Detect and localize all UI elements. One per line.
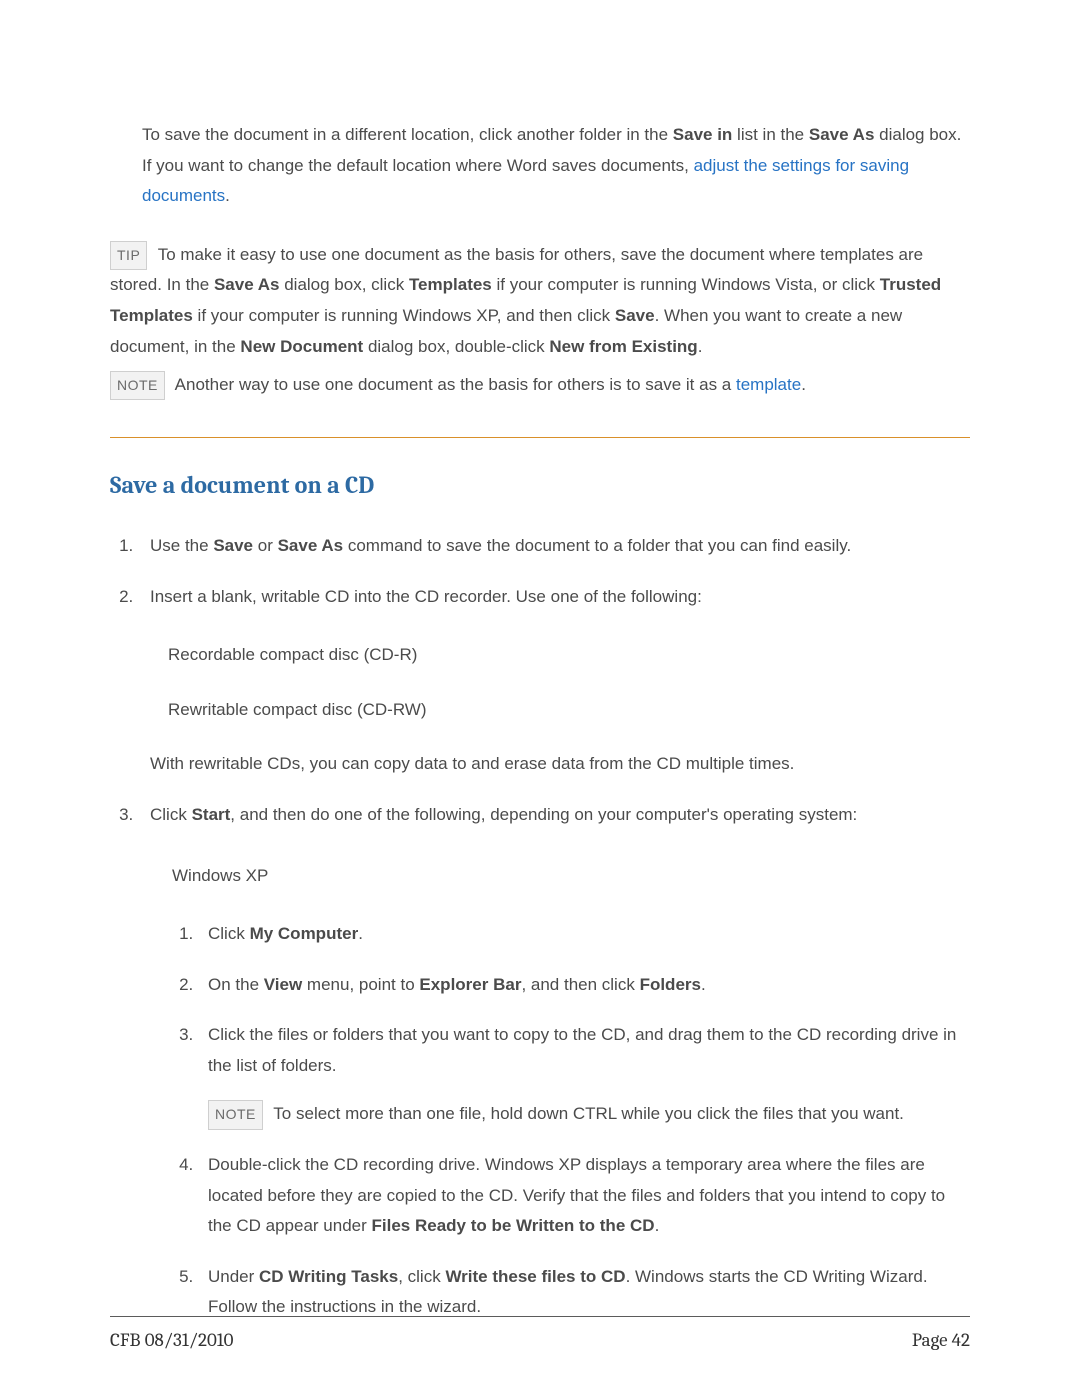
list-item: Click Start, and then do one of the foll…: [138, 800, 970, 1323]
bold-text: Save: [213, 536, 253, 555]
list-item: Click My Computer.: [198, 919, 970, 950]
text: .: [701, 975, 706, 994]
document-page: To save the document in a different loca…: [0, 0, 1080, 1397]
text: command to save the document to a folder…: [343, 536, 851, 555]
text: .: [358, 924, 363, 943]
footer-right: Page 42: [912, 1323, 970, 1357]
main-steps-list: Use the Save or Save As command to save …: [110, 531, 970, 1323]
bold-text: Start: [192, 805, 231, 824]
template-link[interactable]: template: [736, 375, 801, 394]
text: Rewritable compact disc (CD-RW): [168, 695, 970, 726]
text: dialog box, double-click: [363, 337, 549, 356]
page-footer: CFB 08/31/2010 Page 42: [110, 1316, 970, 1357]
text: if your computer is running Windows Vist…: [492, 275, 880, 294]
os-label: Windows XP: [150, 861, 970, 892]
text: Under: [208, 1267, 259, 1286]
bold-text: Explorer Bar: [419, 975, 521, 994]
inner-note: NOTE To select more than one file, hold …: [208, 1099, 970, 1130]
bold-text: Save: [615, 306, 655, 325]
text: Another way to use one document as the b…: [171, 375, 736, 394]
text: Click the files or folders that you want…: [208, 1025, 956, 1075]
list-item: Under CD Writing Tasks, click Write thes…: [198, 1262, 970, 1323]
text: if your computer is running Windows XP, …: [193, 306, 615, 325]
section-divider: [110, 437, 970, 438]
text: .: [655, 1216, 660, 1235]
text: Click: [150, 805, 192, 824]
bold-text: View: [264, 975, 302, 994]
text: .: [225, 186, 230, 205]
text: Insert a blank, writable CD into the CD …: [150, 587, 702, 606]
bold-text: Write these files to CD: [445, 1267, 625, 1286]
text: Recordable compact disc (CD-R): [168, 640, 970, 671]
text: dialog box, click: [279, 275, 408, 294]
list-item: Use the Save or Save As command to save …: [138, 531, 970, 562]
text: list in the: [732, 125, 809, 144]
bold-text: Save in: [673, 125, 733, 144]
list-item: Double-click the CD recording drive. Win…: [198, 1150, 970, 1242]
list-item: On the View menu, point to Explorer Bar,…: [198, 970, 970, 1001]
tip-block: TIP To make it easy to use one document …: [110, 240, 970, 362]
text: .: [698, 337, 703, 356]
section-heading: Save a document on a CD: [110, 464, 970, 507]
text: To select more than one file, hold down …: [269, 1104, 904, 1123]
inner-steps-list: Click My Computer. On the View menu, poi…: [150, 919, 970, 1323]
bold-text: Save As: [214, 275, 280, 294]
text: To save the document in a different loca…: [142, 125, 673, 144]
text: , and then do one of the following, depe…: [230, 805, 857, 824]
list-item: Insert a blank, writable CD into the CD …: [138, 582, 970, 780]
bold-text: My Computer: [250, 924, 359, 943]
footer-left: CFB 08/31/2010: [110, 1323, 234, 1357]
bold-text: New from Existing: [549, 337, 697, 356]
text: , click: [398, 1267, 445, 1286]
bold-text: New Document: [240, 337, 363, 356]
text: On the: [208, 975, 264, 994]
text: or: [253, 536, 278, 555]
cd-types: Recordable compact disc (CD-R) Rewritabl…: [150, 640, 970, 725]
bold-text: Folders: [640, 975, 701, 994]
text: , and then click: [521, 975, 639, 994]
note-block: NOTE Another way to use one document as …: [110, 370, 970, 401]
bold-text: CD Writing Tasks: [259, 1267, 398, 1286]
text: menu, point to: [302, 975, 419, 994]
bold-text: Save As: [278, 536, 344, 555]
bold-text: Templates: [409, 275, 492, 294]
text: With rewritable CDs, you can copy data t…: [150, 749, 970, 780]
note-badge: NOTE: [208, 1100, 263, 1129]
tip-badge: TIP: [110, 241, 147, 270]
text: Use the: [150, 536, 213, 555]
text: .: [801, 375, 806, 394]
bold-text: Save As: [809, 125, 875, 144]
text: Click: [208, 924, 250, 943]
bold-text: Files Ready to be Written to the CD: [372, 1216, 655, 1235]
note-badge: NOTE: [110, 371, 165, 400]
intro-paragraph: To save the document in a different loca…: [110, 120, 970, 212]
list-item: Click the files or folders that you want…: [198, 1020, 970, 1130]
